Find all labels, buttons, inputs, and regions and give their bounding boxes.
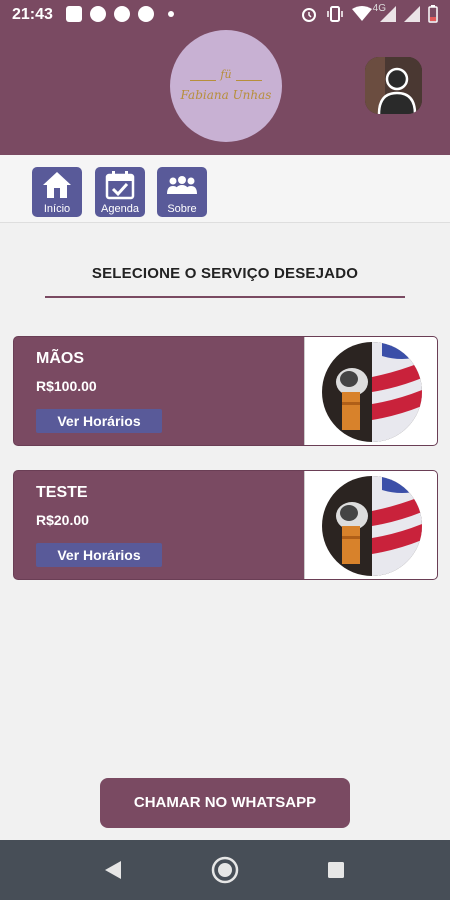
page-title: SELECIONE O SERVIÇO DESEJADO	[91, 265, 359, 282]
system-nav-bar	[0, 840, 450, 900]
profile-avatar-button[interactable]	[365, 57, 422, 114]
group-icon	[167, 176, 197, 194]
back-icon[interactable]	[103, 860, 123, 880]
service-card: MÃOS R$100.00 Ver Horários	[13, 336, 438, 446]
facebook-icon	[90, 6, 106, 22]
status-bar: 21:43 4G	[0, 0, 450, 32]
title-divider	[45, 296, 405, 298]
barber-shaving-brush-image	[322, 342, 422, 442]
service-image	[304, 471, 437, 579]
whatsapp-button[interactable]: CHAMAR NO WHATSAPP	[100, 778, 350, 828]
home-circle-icon[interactable]	[211, 856, 239, 884]
app-header: 21:43 4G fü Fabiana Unhas	[0, 0, 450, 155]
recents-icon[interactable]	[327, 861, 345, 879]
service-name: TESTE	[36, 484, 88, 501]
nav-about-label: Sobre	[167, 203, 197, 215]
vibrate-icon	[327, 6, 343, 22]
battery-icon	[428, 5, 438, 23]
nav-agenda-button[interactable]: Agenda	[95, 167, 145, 217]
wifi-icon	[352, 6, 372, 21]
service-name: MÃOS	[36, 350, 84, 367]
nav-home-button[interactable]: Início	[32, 167, 82, 217]
system-status-icons	[300, 5, 438, 23]
home-icon	[43, 172, 71, 198]
user-icon	[365, 57, 422, 114]
notification-icons	[66, 6, 174, 22]
pinterest-icon	[114, 6, 130, 22]
service-image	[304, 337, 437, 445]
nav-about-button[interactable]: Sobre	[157, 167, 207, 217]
logo-name: Fabiana Unhas	[180, 88, 272, 102]
logo-divider	[236, 80, 262, 81]
pinterest-icon	[138, 6, 154, 22]
signal-icon	[404, 6, 420, 22]
view-schedule-button[interactable]: Ver Horários	[36, 409, 162, 433]
nav-home-label: Início	[43, 203, 71, 215]
service-price: R$100.00	[36, 378, 97, 394]
status-time: 21:43	[12, 6, 53, 23]
calendar-check-icon	[105, 171, 135, 200]
alarm-icon	[302, 8, 316, 22]
logo-mark: fü	[220, 68, 232, 81]
service-card: TESTE R$20.00 Ver Horários	[13, 470, 438, 580]
brand-logo: fü Fabiana Unhas	[170, 30, 282, 142]
signal-icon	[380, 6, 396, 22]
dot-icon	[168, 11, 174, 17]
view-schedule-button[interactable]: Ver Horários	[36, 543, 162, 567]
message-icon	[66, 6, 82, 22]
barber-shaving-brush-image	[322, 476, 422, 576]
nav-agenda-label: Agenda	[101, 203, 139, 215]
service-price: R$20.00	[36, 512, 89, 528]
top-nav: Início Agenda Sobre	[0, 155, 450, 223]
